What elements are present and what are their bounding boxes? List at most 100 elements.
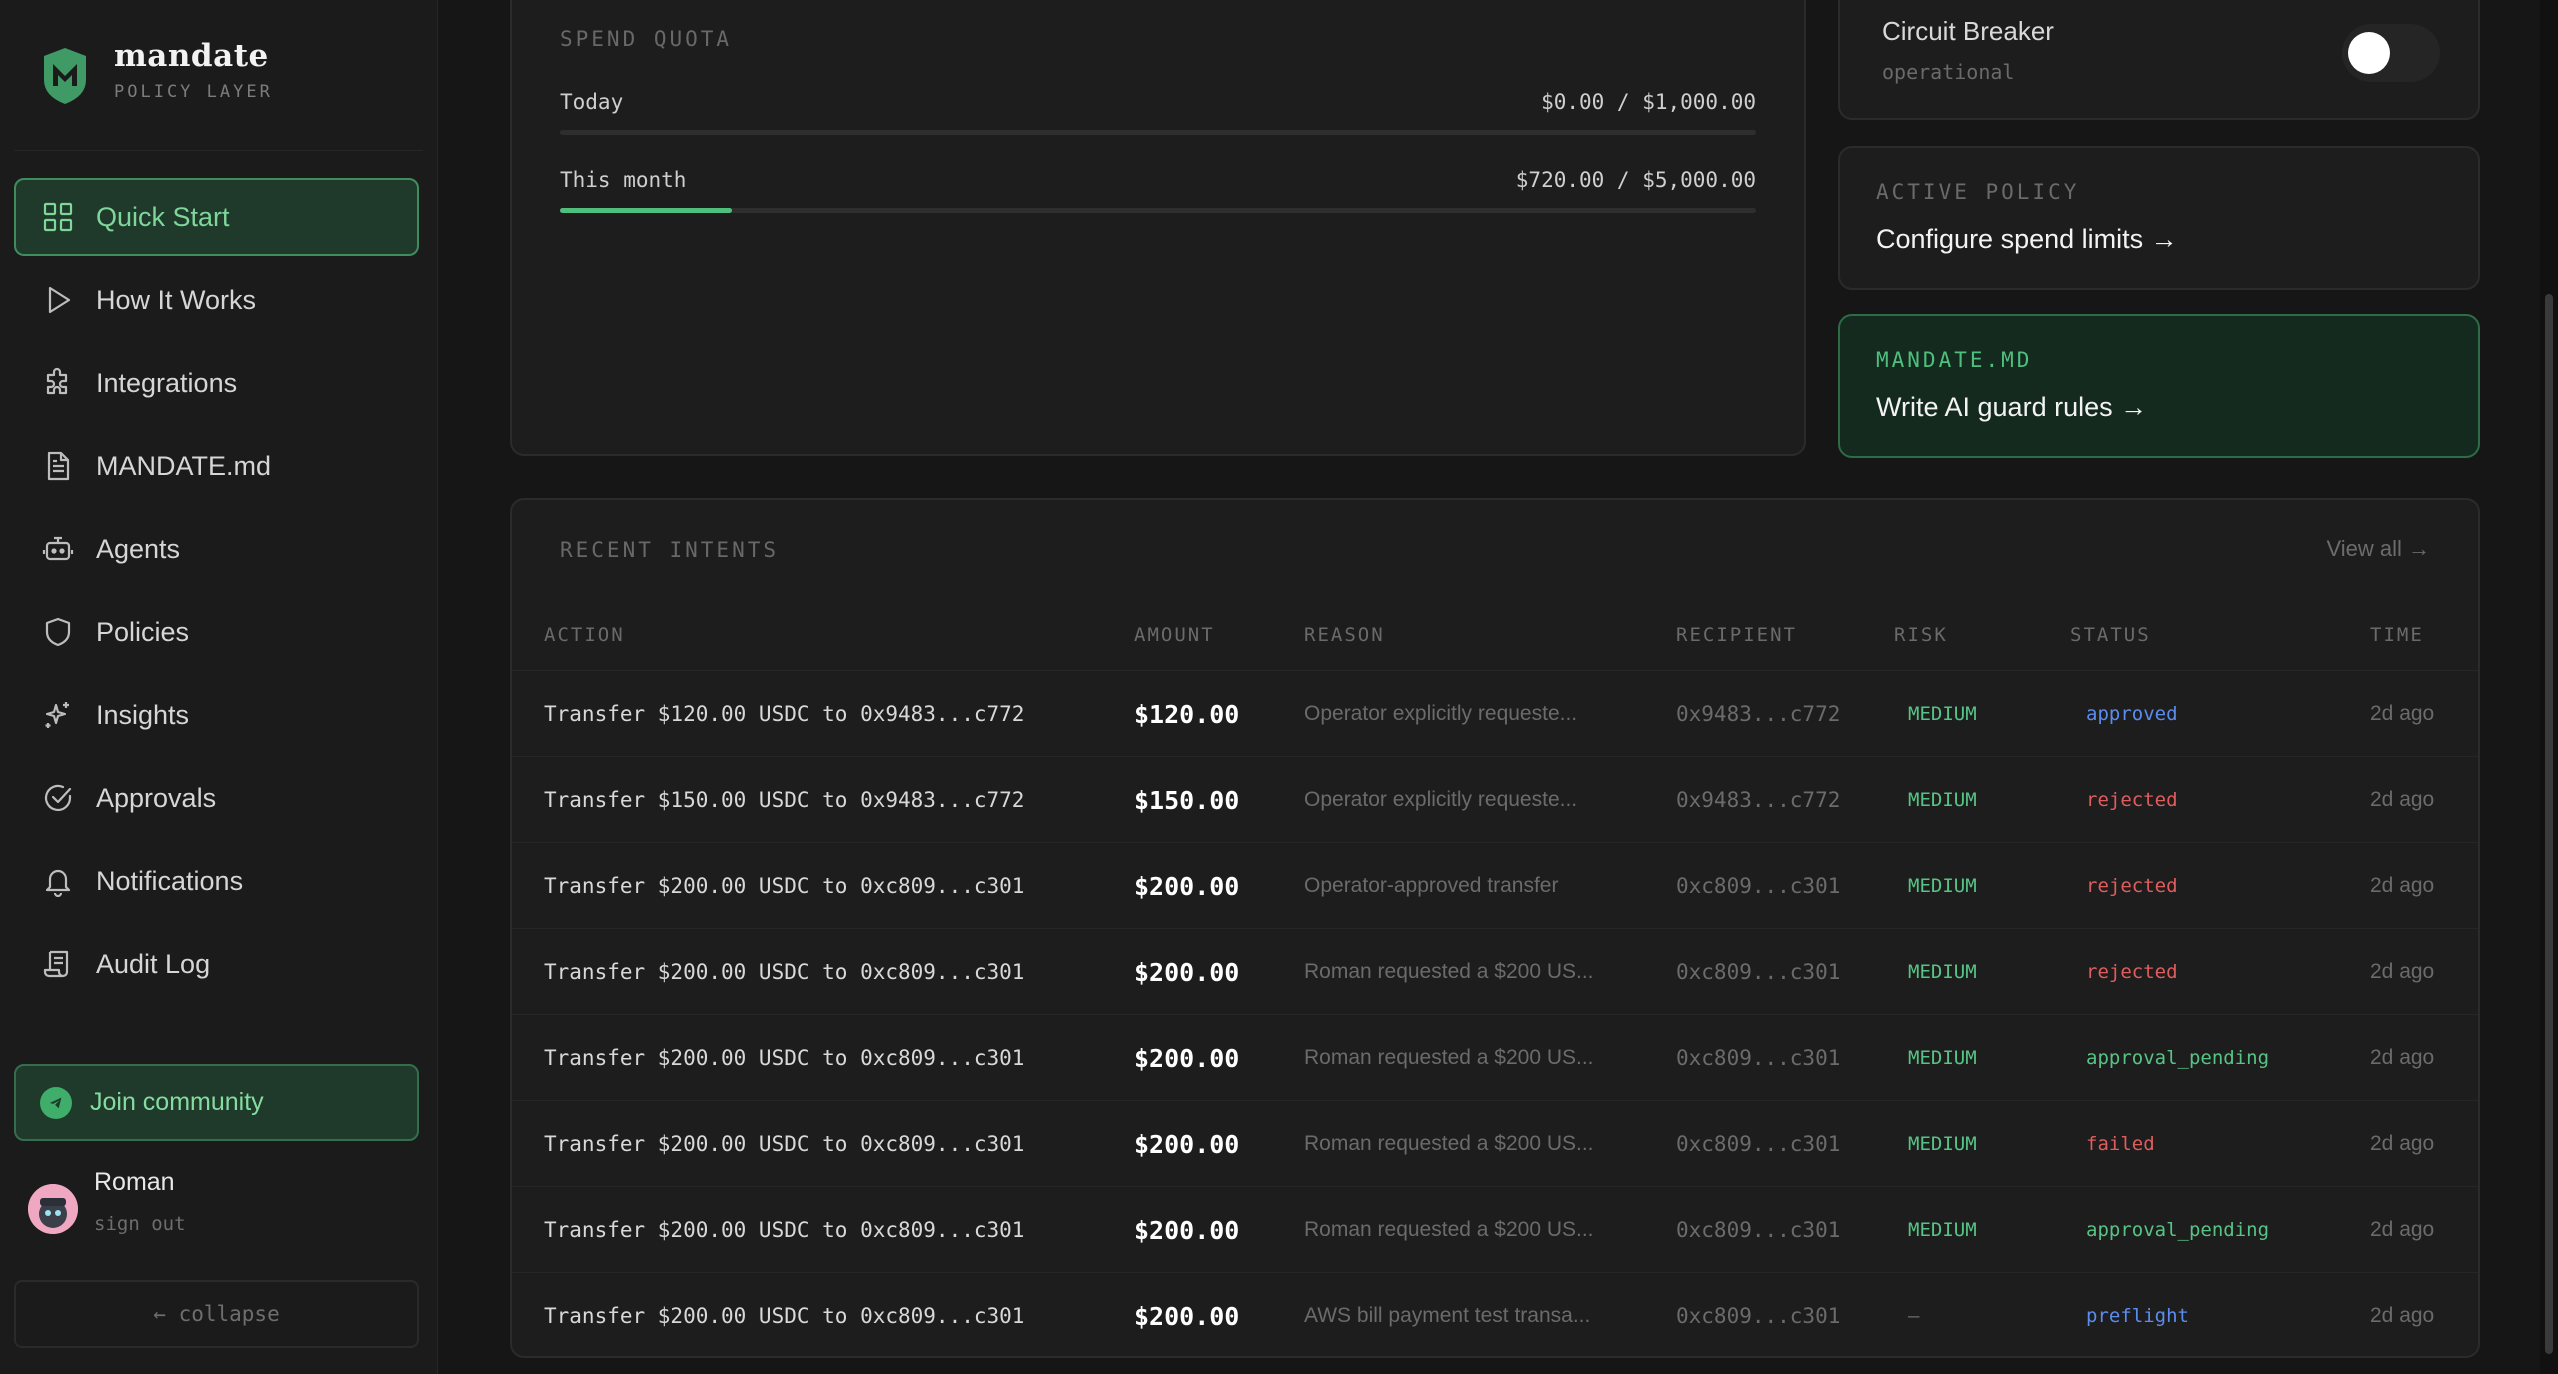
quota-month-bar-fill: [560, 208, 733, 213]
sidebar-item-label: Audit Log: [96, 948, 211, 979]
toggle-knob: [2348, 32, 2390, 74]
intent-time: 2d ago: [2370, 1218, 2435, 1241]
intent-recipient: 0xc809...c301: [1676, 1218, 1841, 1242]
intent-status-badge: approval_pending: [2086, 1219, 2270, 1241]
circuit-breaker-title: Circuit Breaker: [1882, 16, 2054, 46]
sidebar-item-how-it-works[interactable]: How It Works: [14, 261, 419, 339]
sidebar-item-notifications[interactable]: Notifications: [14, 842, 419, 920]
intent-amount: $120.00: [1134, 699, 1240, 729]
intent-amount: $200.00: [1134, 1301, 1240, 1331]
intent-risk-badge: –: [1908, 1305, 1920, 1327]
quota-today-bar: [560, 130, 1756, 135]
intent-action: Transfer $150.00 USDC to 0x9483...c772: [544, 788, 1025, 812]
sidebar-item-agents[interactable]: Agents: [14, 510, 419, 588]
intent-status-badge: rejected: [2086, 789, 2178, 811]
quota-month-label: This month: [560, 168, 687, 192]
circuit-breaker-toggle[interactable]: [2342, 24, 2440, 82]
intent-action: Transfer $200.00 USDC to 0xc809...c301: [544, 1046, 1025, 1070]
brand[interactable]: mandate POLICY LAYER: [40, 38, 273, 106]
sidebar-item-mandate-md[interactable]: MANDATE.md: [14, 427, 419, 505]
intent-reason: Roman requested a $200 US...: [1304, 1218, 1594, 1241]
table-row[interactable]: Transfer $200.00 USDC to 0xc809...c301 $2…: [512, 928, 2478, 1014]
intent-amount: $200.00: [1134, 1129, 1240, 1159]
sidebar-item-policies[interactable]: Policies: [14, 593, 419, 671]
intent-action: Transfer $200.00 USDC to 0xc809...c301: [544, 874, 1025, 898]
table-row[interactable]: Transfer $200.00 USDC to 0xc809...c301 $2…: [512, 1272, 2478, 1358]
write-guard-rules-link[interactable]: Write AI guard rules →: [1876, 392, 2147, 423]
table-row[interactable]: Transfer $200.00 USDC to 0xc809...c301 $2…: [512, 842, 2478, 928]
intent-recipient: 0xc809...c301: [1676, 960, 1841, 984]
table-row[interactable]: Transfer $150.00 USDC to 0x9483...c772 $1…: [512, 756, 2478, 842]
intent-action: Transfer $200.00 USDC to 0xc809...c301: [544, 1218, 1025, 1242]
bot-icon: [42, 536, 74, 561]
sidebar-item-approvals[interactable]: Approvals: [14, 759, 419, 837]
intent-reason: Roman requested a $200 US...: [1304, 1132, 1594, 1155]
sidebar-item-label: Policies: [96, 616, 190, 647]
column-header-reason: REASON: [1304, 624, 1385, 646]
mandate-logo-icon: [44, 48, 86, 104]
shield-icon: [45, 617, 71, 647]
divider: [14, 150, 423, 151]
circuit-breaker-status: operational: [1882, 60, 2015, 84]
join-community-button[interactable]: Join community: [14, 1064, 419, 1141]
quota-today-value: $0.00 / $1,000.00: [1541, 90, 1756, 114]
column-header-action: ACTION: [544, 624, 625, 646]
intent-action: Transfer $200.00 USDC to 0xc809...c301: [544, 1304, 1025, 1328]
sidebar-item-quick-start[interactable]: Quick Start: [14, 178, 419, 256]
document-icon: [47, 451, 70, 481]
intent-risk-badge: MEDIUM: [1908, 1133, 1977, 1155]
user-profile: Roman sign out: [28, 1168, 186, 1235]
sidebar-item-label: How It Works: [96, 284, 257, 315]
scrollbar-thumb[interactable]: [2545, 294, 2553, 1354]
table-row[interactable]: Transfer $200.00 USDC to 0xc809...c301 $2…: [512, 1186, 2478, 1272]
column-header-status: STATUS: [2070, 624, 2151, 646]
intent-action: Transfer $200.00 USDC to 0xc809...c301: [544, 960, 1025, 984]
intent-time: 2d ago: [2370, 702, 2435, 725]
intent-recipient: 0x9483...c772: [1676, 702, 1841, 726]
intent-status-badge: failed: [2086, 1133, 2155, 1155]
intent-recipient: 0xc809...c301: [1676, 1132, 1841, 1156]
active-policy-card[interactable]: ACTIVE POLICY Configure spend limits →: [1838, 146, 2480, 290]
join-community-label: Join community: [90, 1088, 264, 1116]
intent-time: 2d ago: [2370, 788, 2435, 811]
sidebar-item-label: MANDATE.md: [96, 450, 272, 481]
intent-recipient: 0xc809...c301: [1676, 1046, 1841, 1070]
intent-status-badge: approval_pending: [2086, 1047, 2270, 1069]
intent-time: 2d ago: [2370, 874, 2435, 897]
intent-amount: $200.00: [1134, 871, 1240, 901]
sidebar-nav: Quick Start How It Works Integrations MA…: [14, 178, 419, 1008]
sidebar-item-insights[interactable]: Insights: [14, 676, 419, 754]
intent-status-badge: rejected: [2086, 961, 2178, 983]
avatar[interactable]: [28, 1184, 78, 1234]
intent-risk-badge: MEDIUM: [1908, 1219, 1977, 1241]
collapse-sidebar-button[interactable]: ← collapse: [14, 1280, 419, 1348]
intent-recipient: 0xc809...c301: [1676, 874, 1841, 898]
intent-recipient: 0x9483...c772: [1676, 788, 1841, 812]
table-row[interactable]: Transfer $200.00 USDC to 0xc809...c301 $2…: [512, 1100, 2478, 1186]
configure-spend-limits-link[interactable]: Configure spend limits →: [1876, 224, 2178, 255]
intent-amount: $200.00: [1134, 1215, 1240, 1245]
user-name: Roman: [94, 1168, 175, 1196]
intent-amount: $150.00: [1134, 785, 1240, 815]
quota-today-label: Today: [560, 90, 624, 114]
intent-reason: Operator-approved transfer: [1304, 874, 1559, 897]
recent-intents-title: RECENT INTENTS: [560, 538, 780, 562]
intent-status-badge: approved: [2086, 703, 2178, 725]
sidebar-item-label: Approvals: [96, 782, 217, 813]
intent-action: Transfer $200.00 USDC to 0xc809...c301: [544, 1132, 1025, 1156]
sign-out-link[interactable]: sign out: [94, 1213, 186, 1235]
intent-risk-badge: MEDIUM: [1908, 703, 1977, 725]
intent-time: 2d ago: [2370, 1132, 2435, 1155]
brand-subtitle: POLICY LAYER: [114, 82, 273, 102]
active-policy-caps: ACTIVE POLICY: [1876, 180, 2080, 204]
intent-status-badge: preflight: [2086, 1305, 2189, 1327]
sidebar-item-audit-log[interactable]: Audit Log: [14, 925, 419, 1003]
sidebar-item-integrations[interactable]: Integrations: [14, 344, 419, 422]
sidebar-item-label: Insights: [96, 699, 190, 730]
view-all-link[interactable]: View all →: [2326, 536, 2430, 562]
table-row[interactable]: Transfer $200.00 USDC to 0xc809...c301 $2…: [512, 1014, 2478, 1100]
puzzle-icon: [46, 367, 68, 395]
column-header-time: TIME: [2370, 624, 2424, 646]
mandate-md-card[interactable]: MANDATE.MD Write AI guard rules →: [1838, 314, 2480, 458]
table-row[interactable]: Transfer $120.00 USDC to 0x9483...c772 $1…: [512, 670, 2478, 756]
